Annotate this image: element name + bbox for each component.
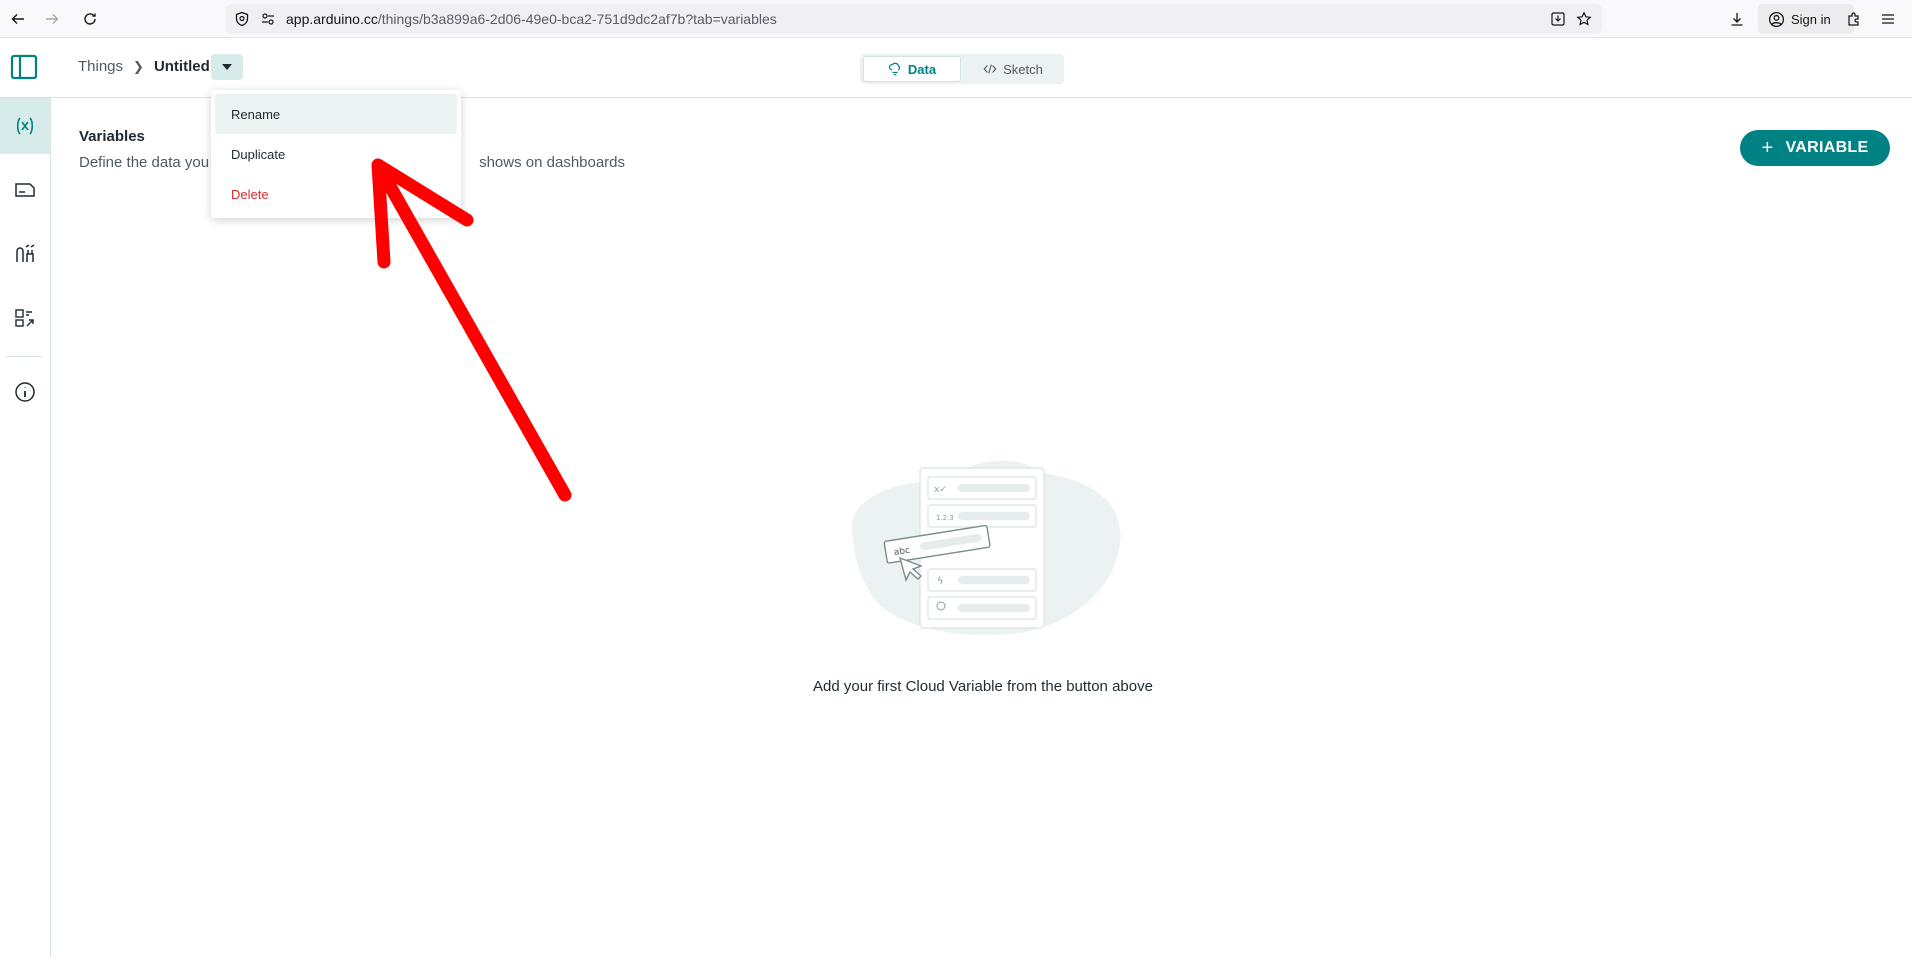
caret-down-icon bbox=[222, 64, 232, 70]
menu-item-delete[interactable]: Delete bbox=[215, 174, 457, 214]
sign-in-label: Sign in bbox=[1791, 11, 1831, 27]
sidebar-item-info[interactable] bbox=[0, 364, 50, 420]
thing-title: Untitled bbox=[153, 58, 210, 75]
empty-variables-illustration: x✓ 1.2.3 ϟ abc bbox=[851, 460, 1121, 635]
numeric-type-label: 1.2.3 bbox=[936, 514, 954, 522]
bolt-icon: ϟ bbox=[937, 576, 944, 587]
forward-arrow-icon bbox=[46, 14, 59, 24]
device-icon bbox=[15, 183, 35, 197]
breadcrumb-things-link[interactable]: Things bbox=[78, 58, 123, 75]
chevron-right-icon: ❯ bbox=[133, 58, 144, 74]
cloud-data-icon bbox=[888, 62, 901, 76]
empty-state-message: Add your first Cloud Variable from the b… bbox=[813, 678, 1153, 695]
thing-options-dropdown-button[interactable] bbox=[211, 54, 243, 80]
shield-icon[interactable] bbox=[234, 11, 250, 27]
dashboard-link-icon bbox=[15, 309, 34, 327]
forward-button[interactable] bbox=[40, 7, 64, 31]
variables-icon bbox=[16, 117, 34, 135]
code-icon bbox=[983, 64, 997, 74]
add-variable-button[interactable]: + VARIABLE bbox=[1740, 130, 1890, 166]
view-tabs: Data Sketch bbox=[860, 54, 1064, 84]
network-icon bbox=[16, 244, 35, 262]
address-bar[interactable]: app.arduino.cc/things/b3a899a6-2d06-49e0… bbox=[226, 4, 1602, 34]
breadcrumb: Things ❯ Untitled bbox=[78, 58, 210, 75]
sign-in-button[interactable]: Sign in bbox=[1758, 4, 1854, 34]
account-icon bbox=[1768, 11, 1785, 27]
extensions-button[interactable] bbox=[1842, 7, 1866, 31]
left-sidebar bbox=[0, 98, 51, 957]
tab-data-label: Data bbox=[907, 61, 937, 77]
menu-item-duplicate[interactable]: Duplicate bbox=[215, 134, 457, 174]
app-header: Things ❯ Untitled Data Sketch bbox=[0, 38, 1912, 98]
back-button[interactable] bbox=[6, 7, 30, 31]
save-page-icon[interactable] bbox=[1550, 11, 1566, 27]
back-arrow-icon bbox=[11, 14, 24, 24]
info-icon bbox=[15, 382, 35, 402]
section-title: Variables bbox=[79, 128, 145, 145]
section-description-end: shows on dashboards bbox=[479, 154, 626, 171]
download-icon bbox=[1731, 13, 1743, 26]
sidebar-item-variables[interactable] bbox=[0, 98, 50, 154]
variable-type-icon: x✓ bbox=[934, 485, 947, 495]
add-variable-label: VARIABLE bbox=[1785, 139, 1869, 156]
section-description-start: Define the data you bbox=[79, 154, 210, 171]
sidebar-item-network[interactable] bbox=[0, 226, 50, 282]
menu-item-rename[interactable]: Rename bbox=[215, 94, 457, 134]
tab-sketch[interactable]: Sketch bbox=[964, 56, 1062, 82]
hamburger-icon bbox=[1882, 14, 1894, 24]
plus-icon: + bbox=[1761, 137, 1774, 159]
sidebar-divider bbox=[5, 356, 42, 357]
thing-options-menu: Rename Duplicate Delete bbox=[211, 90, 461, 218]
reload-icon bbox=[84, 13, 96, 25]
tab-data[interactable]: Data bbox=[863, 56, 961, 82]
bookmark-star-icon[interactable] bbox=[1576, 11, 1592, 27]
permissions-icon[interactable] bbox=[260, 11, 276, 27]
sidebar-item-dashboards[interactable] bbox=[0, 290, 50, 346]
downloads-button[interactable] bbox=[1725, 7, 1749, 31]
sidebar-toggle-icon[interactable] bbox=[10, 53, 38, 81]
tab-sketch-label: Sketch bbox=[1003, 61, 1043, 77]
reload-button[interactable] bbox=[78, 7, 102, 31]
browser-toolbar: app.arduino.cc/things/b3a899a6-2d06-49e0… bbox=[0, 0, 1912, 38]
url-text: app.arduino.cc/things/b3a899a6-2d06-49e0… bbox=[286, 11, 777, 27]
app-menu-button[interactable] bbox=[1876, 7, 1900, 31]
puzzle-icon bbox=[1848, 12, 1859, 26]
sidebar-item-device[interactable] bbox=[0, 162, 50, 218]
